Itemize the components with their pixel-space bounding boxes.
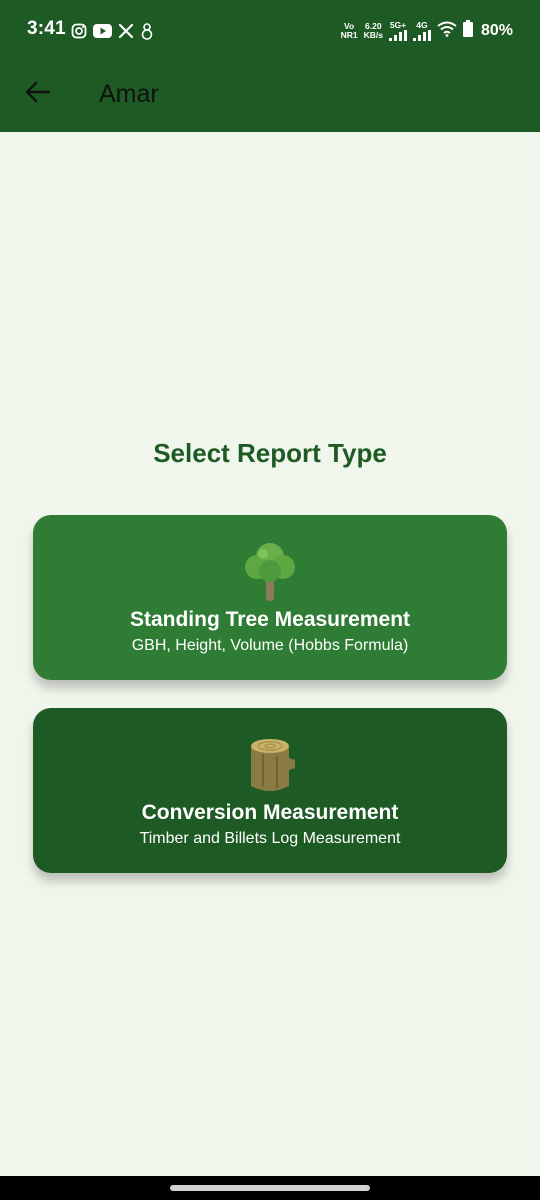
battery-percent: 80% xyxy=(480,22,513,39)
card-title: Conversion Measurement xyxy=(141,801,399,824)
signal-bars-icon xyxy=(388,30,407,41)
notification-icons xyxy=(71,21,154,41)
back-button[interactable] xyxy=(18,72,58,112)
battery-icon xyxy=(462,20,473,42)
signal-4g: 4G xyxy=(412,21,431,41)
arrow-back-icon xyxy=(25,81,51,103)
instagram-icon xyxy=(71,23,87,39)
system-indicators: Vo NR1 6.20 KB/s 5G+ 4G 80% xyxy=(341,17,513,45)
signal-bars-icon xyxy=(412,30,431,41)
home-gesture-handle[interactable] xyxy=(170,1185,370,1191)
page-title: Amar xyxy=(99,80,159,108)
network-speed: 6.20 KB/s xyxy=(363,21,383,40)
wifi-icon xyxy=(437,21,457,42)
tree-icon xyxy=(243,541,297,603)
x-icon xyxy=(118,23,134,39)
card-subtitle: Timber and Billets Log Measurement xyxy=(139,830,401,847)
section-heading: Select Report Type xyxy=(153,438,387,468)
conversion-card[interactable]: Conversion Measurement Timber and Billet… xyxy=(33,708,507,873)
snowman-icon xyxy=(140,22,154,40)
system-nav-bar xyxy=(0,1176,540,1200)
youtube-icon xyxy=(93,24,112,38)
signal-5g: 5G+ xyxy=(388,21,407,41)
volte-indicator: Vo NR1 xyxy=(340,21,358,40)
standing-tree-card[interactable]: Standing Tree Measurement GBH, Height, V… xyxy=(33,515,507,680)
status-time: 3:41 xyxy=(27,18,66,39)
status-bar: 3:41 Vo NR1 6.20 KB/s 5G+ 4G 80% xyxy=(0,0,540,60)
log-icon xyxy=(243,734,297,796)
card-title: Standing Tree Measurement xyxy=(129,608,411,631)
card-subtitle: GBH, Height, Volume (Hobbs Formula) xyxy=(131,637,409,654)
top-bar: 3:41 Vo NR1 6.20 KB/s 5G+ 4G 80% Amar xyxy=(0,0,540,132)
app-bar: Amar xyxy=(0,60,540,132)
